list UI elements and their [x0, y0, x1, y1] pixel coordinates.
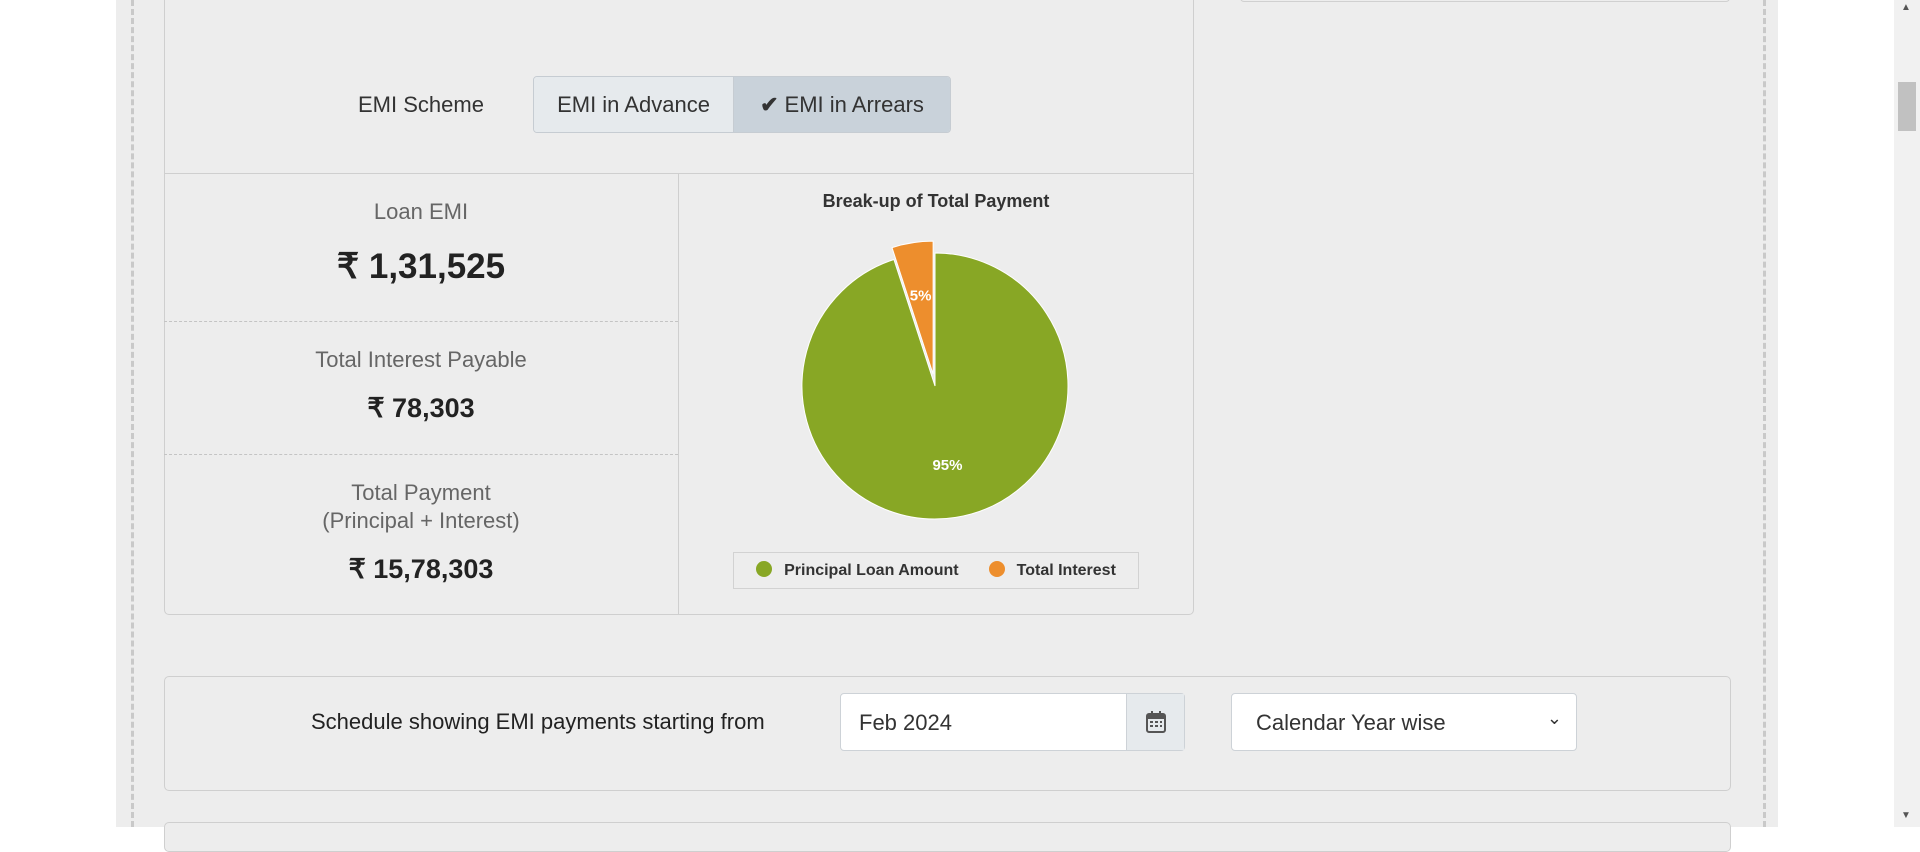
scrollbar[interactable]: ▲ ▼ [1894, 0, 1920, 827]
divider [164, 454, 678, 455]
legend-dot-icon [756, 561, 773, 577]
side-panel-bottom [1240, 0, 1730, 2]
scrollbar-thumb[interactable] [1898, 82, 1916, 131]
divider [164, 321, 678, 322]
chevron-down-icon: ⌄ [1546, 708, 1562, 728]
total-payment-sublabel: (Principal + Interest) [322, 508, 520, 533]
loan-emi-label: Loan EMI [373, 199, 469, 224]
check-icon: ✔ [760, 91, 779, 117]
total-interest-value: ₹ 78,303 [367, 393, 475, 423]
emi-in-arrears-label: EMI in Arrears [784, 91, 924, 117]
total-interest-label: Total Interest Payable [315, 347, 527, 372]
dashed-border-left [131, 0, 134, 827]
schedule-start-value: Feb 2024 [859, 710, 952, 735]
emi-scheme-toggle: EMI in Advance ✔ EMI in Arrears [533, 76, 951, 133]
emi-scheme-label: EMI Scheme [358, 92, 484, 117]
chart-title: Break-up of Total Payment [822, 191, 1050, 211]
pie-data-label: 95% [932, 457, 962, 474]
emi-in-arrears-button[interactable]: ✔ EMI in Arrears [734, 77, 950, 132]
total-payment-label: Total Payment [351, 480, 491, 505]
calendar-icon [1145, 711, 1166, 733]
chart-legend: Principal Loan Amount Total Interest [733, 552, 1139, 589]
legend-label: Principal Loan Amount [784, 562, 959, 579]
legend-item-principal[interactable]: Principal Loan Amount [756, 561, 959, 580]
divider [678, 173, 679, 615]
legend-item-interest[interactable]: Total Interest [988, 561, 1116, 580]
schedule-view-value: Calendar Year wise [1256, 710, 1446, 735]
schedule-label: Schedule showing EMI payments starting f… [311, 709, 765, 734]
loan-emi-value: ₹ 1,31,525 [336, 247, 506, 286]
calendar-button[interactable] [1126, 694, 1184, 750]
scroll-down-icon[interactable]: ▼ [1901, 810, 1911, 821]
legend-label: Total Interest [1016, 562, 1116, 579]
pie-slice-principal[interactable] [801, 252, 1069, 520]
legend-dot-icon [988, 561, 1005, 577]
schedule-view-select[interactable]: Calendar Year wise ⌄ [1231, 693, 1577, 751]
emi-in-advance-label: EMI in Advance [557, 91, 710, 117]
schedule-start-input[interactable]: Feb 2024 [840, 693, 1185, 751]
scroll-up-icon[interactable]: ▲ [1901, 2, 1911, 13]
pie-data-label: 5% [910, 287, 932, 304]
total-payment-value: ₹ 15,78,303 [348, 554, 494, 584]
emi-in-advance-button[interactable]: EMI in Advance [534, 77, 734, 132]
dashed-border-right [1763, 0, 1766, 827]
pie-chart: 95% 5% [801, 240, 1069, 520]
